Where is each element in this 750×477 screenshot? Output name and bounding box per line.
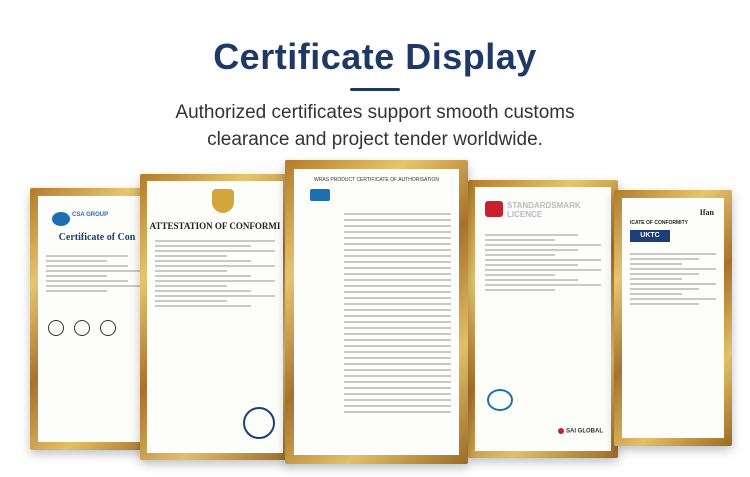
udem-crest-icon — [212, 189, 234, 213]
certificate-paper: WRAS PRODUCT CERTIFICATE OF AUTHORISATIO… — [294, 169, 459, 455]
csa-mark-icon — [74, 320, 90, 336]
certification-marks — [48, 320, 116, 336]
certificate-body — [155, 237, 275, 310]
certificate-paper: STANDARDSMARK LICENCE SAI GLOBAL — [475, 187, 611, 451]
certificate-wras[interactable]: WRAS PRODUCT CERTIFICATE OF AUTHORISATIO… — [285, 160, 468, 464]
page-title: Certificate Display — [213, 36, 537, 77]
csa-mark-icon — [100, 320, 116, 336]
subtitle-line-1: Authorized certificates support smooth c… — [175, 102, 575, 123]
certificate-paper: ATTESTATION OF CONFORMI — [147, 181, 283, 453]
certificate-brand: STANDARDSMARK LICENCE — [507, 201, 581, 219]
certificate-ukca[interactable]: Ifan ICATE OF CONFORMITY UKTC — [614, 190, 732, 446]
certificate-standardsmark[interactable]: STANDARDSMARK LICENCE SAI GLOBAL — [468, 180, 618, 458]
certificate-body — [302, 209, 451, 415]
csa-logo-icon — [52, 212, 70, 226]
certificate-title: ATTESTATION OF CONFORMI — [149, 221, 281, 231]
certificate-title: ICATE OF CONFORMITY — [630, 220, 688, 226]
certificate-body — [485, 231, 601, 294]
certificate-body — [630, 250, 716, 308]
standardsmark-logo-icon — [485, 201, 503, 217]
certificate-heading: WRAS PRODUCT CERTIFICATE OF AUTHORISATIO… — [314, 177, 439, 183]
certificate-paper: CSA GROUP Certificate of Con — [38, 196, 156, 442]
sai-global-logo: SAI GLOBAL — [558, 428, 603, 435]
page-subtitle: Authorized certificates support smooth c… — [0, 99, 750, 153]
subtitle-line-2: clearance and project tender worldwide. — [207, 129, 543, 150]
csa-mark-icon — [48, 320, 64, 336]
title-underline — [350, 88, 400, 91]
certificate-title: Certificate of Con — [58, 232, 136, 243]
certificate-brand: CSA GROUP — [72, 212, 109, 218]
certificate-paper: Ifan ICATE OF CONFORMITY UKTC — [622, 198, 724, 438]
wras-logo-icon — [310, 189, 330, 201]
certificate-body — [46, 252, 148, 295]
udem-seal-icon — [243, 407, 275, 439]
certificate-udem[interactable]: ATTESTATION OF CONFORMI — [140, 174, 290, 460]
certificate-brand: Ifan — [699, 208, 714, 217]
uktc-badge: UKTC — [630, 230, 670, 242]
c-mark-icon — [487, 389, 513, 411]
